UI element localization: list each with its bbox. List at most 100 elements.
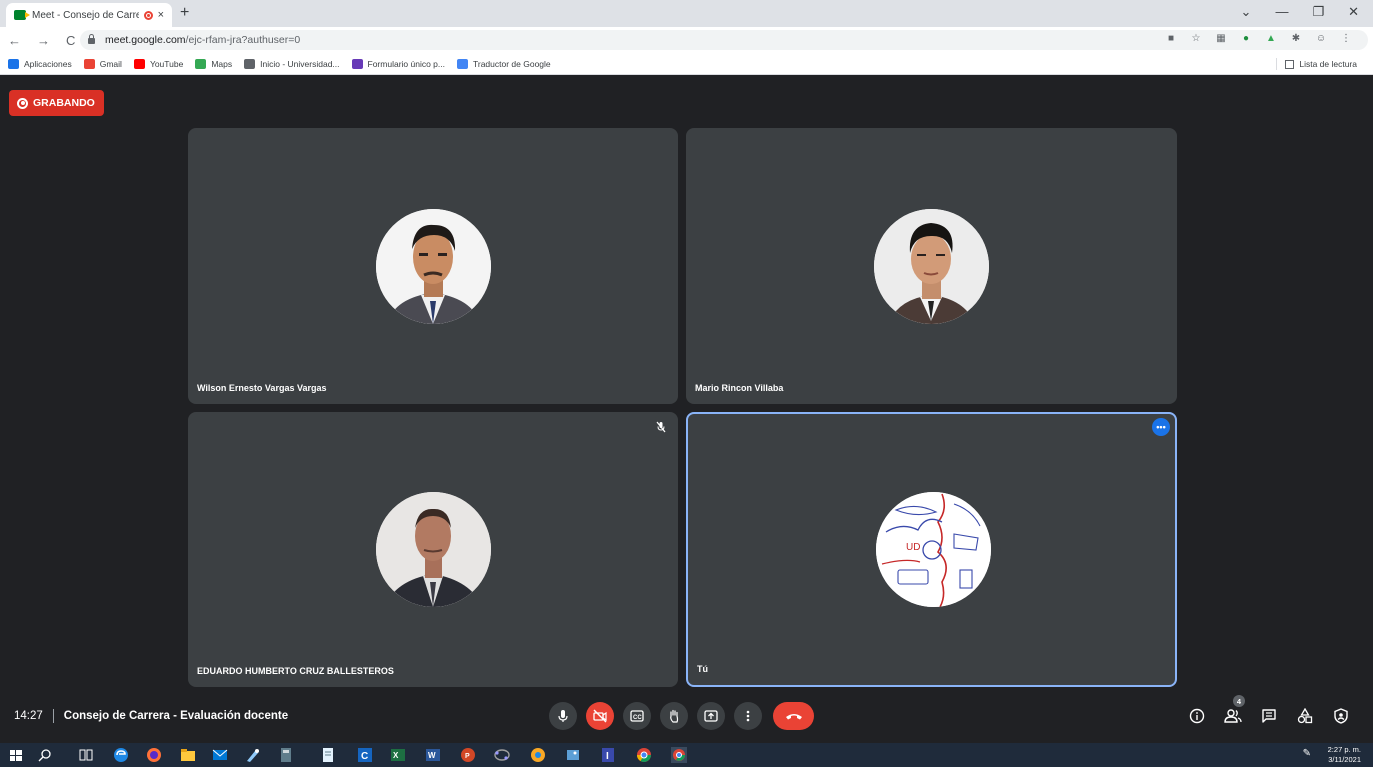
hang-up-icon (785, 714, 802, 720)
chrome-icon[interactable] (636, 747, 652, 763)
forward-button[interactable]: → (37, 33, 50, 48)
participant-tile[interactable]: Wilson Ernesto Vargas Vargas (188, 128, 678, 404)
more-options-button[interactable] (734, 702, 762, 730)
url-path: /ejc-rfam-jra?authuser=0 (185, 34, 301, 46)
star-icon[interactable]: ☆ (1190, 33, 1202, 44)
man-suit-photo-icon (376, 209, 491, 324)
search-icon[interactable] (37, 747, 53, 763)
captions-icon: CC (630, 710, 644, 722)
people-button[interactable]: 4 (1223, 695, 1245, 726)
man-young-photo-icon (874, 209, 989, 324)
activities-button[interactable] (1295, 706, 1315, 726)
pen-icon[interactable]: ✎ (1303, 748, 1311, 759)
participant-name: Tú (697, 664, 708, 674)
reading-list-button[interactable]: Lista de lectura (1276, 58, 1357, 70)
excel-icon[interactable]: X (390, 747, 406, 763)
minimize-button[interactable]: — (1275, 4, 1288, 20)
camera-icon[interactable]: ■ (1165, 33, 1177, 44)
present-button[interactable] (697, 702, 725, 730)
geogebra-icon[interactable] (494, 747, 510, 763)
participant-avatar (376, 209, 491, 324)
clock-date: 3/11/2021 (1328, 755, 1361, 764)
self-avatar: UD (876, 492, 991, 607)
tab-close-icon[interactable]: × (158, 9, 164, 21)
tab-title: Meet - Consejo de Carrera - (32, 9, 139, 21)
meeting-time: 14:27 (14, 710, 43, 722)
meet-favicon-icon (14, 10, 30, 20)
bookmark-apps[interactable]: Aplicaciones (8, 58, 72, 69)
restore-button[interactable]: ❐ (1312, 4, 1324, 20)
drive-icon[interactable]: ▲ (1265, 33, 1277, 44)
participant-name: Mario Rincon Villaba (695, 383, 784, 393)
people-icon (1224, 709, 1242, 723)
svg-text:C: C (361, 751, 368, 762)
profile-icon[interactable]: ☺ (1315, 33, 1327, 44)
call-controls: CC (549, 702, 814, 730)
edge-icon[interactable] (113, 747, 129, 763)
bookmark-maps[interactable]: Maps (195, 58, 232, 69)
file-explorer-icon[interactable] (180, 747, 196, 763)
bookmark-youtube[interactable]: YouTube (133, 58, 183, 69)
powerpoint-icon[interactable]: P (460, 747, 476, 763)
svg-text:CC: CC (633, 715, 642, 721)
participant-tile[interactable]: EDUARDO HUMBERTO CRUZ BALLESTEROS (188, 412, 678, 687)
reading-list-icon (1285, 59, 1295, 69)
more-options-dots-icon[interactable]: ••• (1152, 418, 1170, 436)
tab-recording-icon (143, 10, 153, 20)
bookmarks-bar: Aplicaciones Gmail YouTube Maps Inicio -… (0, 53, 1373, 75)
captions-button[interactable]: CC (623, 702, 651, 730)
windows-start-icon[interactable] (8, 747, 24, 763)
host-controls-button[interactable] (1331, 706, 1351, 726)
task-view-icon[interactable] (78, 747, 94, 763)
grid-icon[interactable]: ▦ (1215, 33, 1227, 44)
mail-icon[interactable] (212, 747, 228, 763)
participant-avatar (874, 209, 989, 324)
participant-name: Wilson Ernesto Vargas Vargas (197, 383, 327, 393)
new-tab-button[interactable]: + (180, 4, 189, 22)
calculator-icon[interactable] (278, 747, 294, 763)
puzzle-icon[interactable]: ✱ (1290, 33, 1302, 44)
hang-up-button[interactable] (773, 702, 814, 730)
tab-search-icon[interactable]: ⌄ (1241, 4, 1252, 20)
meeting-details-button[interactable] (1187, 706, 1207, 726)
close-window-button[interactable]: ✕ (1348, 4, 1359, 20)
mic-icon (558, 710, 568, 722)
notepad-icon[interactable] (320, 747, 336, 763)
participant-tile[interactable]: Mario Rincon Villaba (686, 128, 1177, 404)
reload-button[interactable]: C (66, 33, 75, 48)
camera-off-icon (593, 709, 607, 723)
mic-button[interactable] (549, 702, 577, 730)
camera-button[interactable] (586, 702, 614, 730)
self-tile[interactable]: ••• UD Tú (686, 412, 1177, 687)
chrome-active-icon[interactable] (671, 747, 687, 763)
chrome-canary-icon[interactable] (530, 747, 546, 763)
word-icon[interactable]: W (425, 747, 441, 763)
kebab-icon[interactable]: ⋮ (1340, 33, 1352, 44)
lock-icon[interactable] (88, 34, 95, 44)
participant-avatar (376, 492, 491, 607)
system-clock[interactable]: 2:27 p. m. 3/11/2021 (1328, 745, 1361, 765)
divider (52, 709, 54, 723)
i-app-icon[interactable]: I (600, 747, 616, 763)
chat-icon (1262, 709, 1276, 723)
recording-badge[interactable]: GRABANDO (9, 90, 104, 116)
photos-icon[interactable] (565, 747, 581, 763)
back-button[interactable]: ← (8, 33, 21, 48)
chat-button[interactable] (1259, 706, 1279, 726)
bookmark-translate[interactable]: Traductor de Google (457, 58, 551, 69)
bookmark-form[interactable]: Formulario único p... (351, 58, 445, 69)
raise-hand-button[interactable] (660, 702, 688, 730)
c-app-icon[interactable]: C (357, 747, 373, 763)
address-bar[interactable]: meet.google.com/ejc-rfam-jra?authuser=0 … (80, 30, 1368, 50)
mic-off-icon (650, 416, 672, 438)
activities-icon (1297, 708, 1313, 724)
meeting-info[interactable]: 14:27 Consejo de Carrera - Evaluación do… (14, 709, 288, 723)
bookmark-university[interactable]: Inicio - Universidad... (244, 58, 340, 69)
paint-icon[interactable] (245, 747, 261, 763)
check-icon[interactable]: ● (1240, 33, 1252, 44)
firefox-icon[interactable] (146, 747, 162, 763)
browser-tab-meet[interactable]: Meet - Consejo de Carrera - × (6, 3, 172, 27)
youtube-icon (133, 58, 145, 69)
bookmark-gmail[interactable]: Gmail (83, 58, 122, 69)
browser-tab-bar: Meet - Consejo de Carrera - × + ⌄ — ❐ ✕ (0, 0, 1373, 27)
